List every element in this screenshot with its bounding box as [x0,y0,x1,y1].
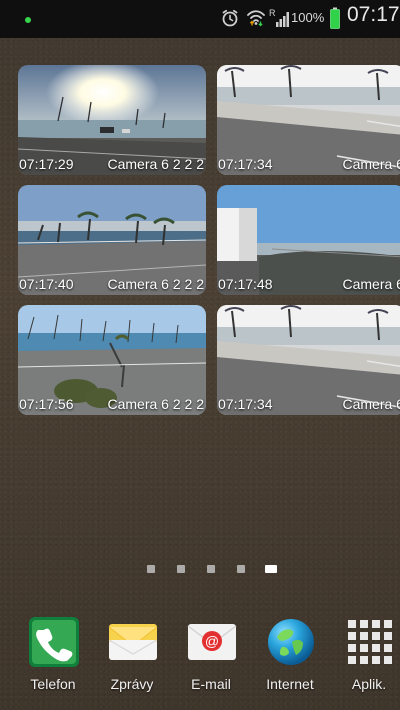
page-dot-5-active[interactable] [265,565,277,573]
mobile-signal-icon: R [269,8,289,27]
battery-icon [330,7,340,29]
app-internet[interactable]: Internet [251,610,329,700]
camera-tile-5[interactable]: 07:17:56 Camera 6 2 2 2 [18,305,206,415]
app-label: E-mail [191,676,231,692]
app-dock: Telefon Zprávy @ E-mail Internet Aplik. [0,610,400,710]
page-dot-3[interactable] [207,565,215,573]
status-clock: 07:17 [347,3,400,26]
camera-name: Camera 6 2 2 2 [107,396,205,412]
battery-percentage: 100% [291,10,325,25]
camera-name: Camera 6 2 2 2 [342,276,400,292]
camera-time: 07:17:34 [218,396,273,412]
home-page-indicator[interactable] [147,563,277,575]
app-label: Internet [266,676,314,692]
home-screen: R 100% 07:17 07:17:29 Camera 6 2 2 2 07:… [0,0,400,710]
camera-tile-6[interactable]: 07:17:34 Camera 6 2 2 2 [217,305,400,415]
status-bar: R 100% 07:17 [0,0,400,38]
camera-name: Camera 6 2 2 2 [342,156,400,172]
camera-name: Camera 6 2 2 2 [107,156,205,172]
internet-icon [268,619,314,665]
camera-name: Camera 6 2 2 2 [107,276,205,292]
app-label: Aplik. [351,676,387,692]
email-icon: @ [187,624,237,660]
app-label: Zprávy [110,676,154,692]
wifi-icon [247,10,265,27]
notification-dot-icon [25,17,31,23]
apps-grid-icon [348,620,392,664]
alarm-clock-icon [222,9,238,27]
svg-text:R: R [269,8,276,18]
app-aplikace[interactable]: Aplik. [330,610,400,700]
camera-time: 07:17:56 [19,396,74,412]
svg-text:@: @ [205,633,219,649]
camera-tile-2[interactable]: 07:17:34 Camera 6 2 2 2 [217,65,400,175]
phone-icon [29,617,79,667]
app-email[interactable]: @ E-mail [172,610,250,700]
messages-icon [108,624,158,660]
camera-tile-4[interactable]: 07:17:48 Camera 6 2 2 2 [217,185,400,295]
camera-tile-3[interactable]: 07:17:40 Camera 6 2 2 2 [18,185,206,295]
app-label: Telefon [30,676,76,692]
camera-name: Camera 6 2 2 2 [342,396,400,412]
camera-tile-1[interactable]: 07:17:29 Camera 6 2 2 2 [18,65,206,175]
page-dot-1[interactable] [147,565,155,573]
app-telefon[interactable]: Telefon [14,610,92,700]
page-dot-4[interactable] [237,565,245,573]
camera-time: 07:17:40 [19,276,74,292]
camera-time: 07:17:34 [218,156,273,172]
camera-time: 07:17:29 [19,156,74,172]
camera-time: 07:17:48 [218,276,273,292]
page-dot-2[interactable] [177,565,185,573]
app-zpravy[interactable]: Zprávy [93,610,171,700]
